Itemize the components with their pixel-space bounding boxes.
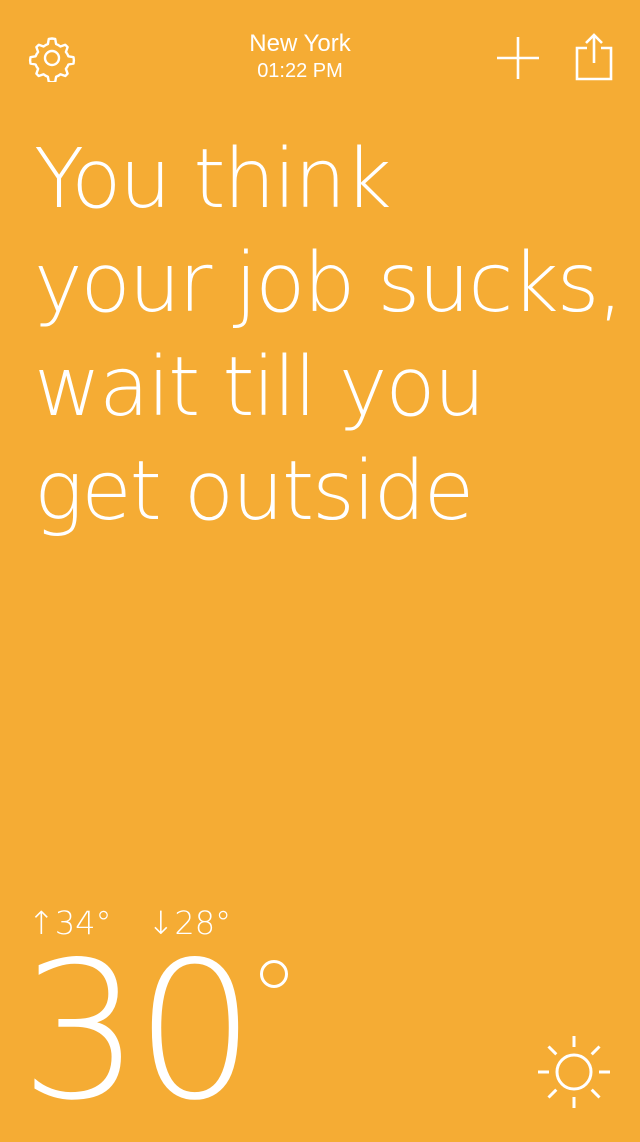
add-location-button[interactable]: [490, 30, 546, 86]
city-name: New York: [249, 30, 351, 57]
message-line: wait till you: [34, 340, 486, 435]
weather-screen: New York 01:22 PM You think your job suc…: [0, 0, 640, 1136]
weather-condition-button[interactable]: [536, 1034, 612, 1110]
current-temperature: 30: [20, 932, 288, 1132]
share-button[interactable]: [566, 28, 622, 86]
plus-icon: [497, 37, 539, 79]
message-line: You think: [34, 132, 392, 227]
message-line: get outside: [34, 444, 474, 539]
header: New York 01:22 PM: [0, 0, 640, 110]
settings-button[interactable]: [24, 30, 80, 86]
weather-message: You think your job sucks, wait till you …: [34, 128, 624, 544]
location-block: New York 01:22 PM: [200, 30, 400, 84]
sun-icon: [538, 1036, 610, 1108]
current-temp-value: 30: [20, 921, 256, 1142]
local-time: 01:22 PM: [257, 60, 343, 82]
message-line: your job sucks,: [34, 236, 624, 331]
gear-icon: [28, 37, 76, 82]
share-icon: [575, 33, 613, 81]
degree-icon: [259, 960, 288, 988]
